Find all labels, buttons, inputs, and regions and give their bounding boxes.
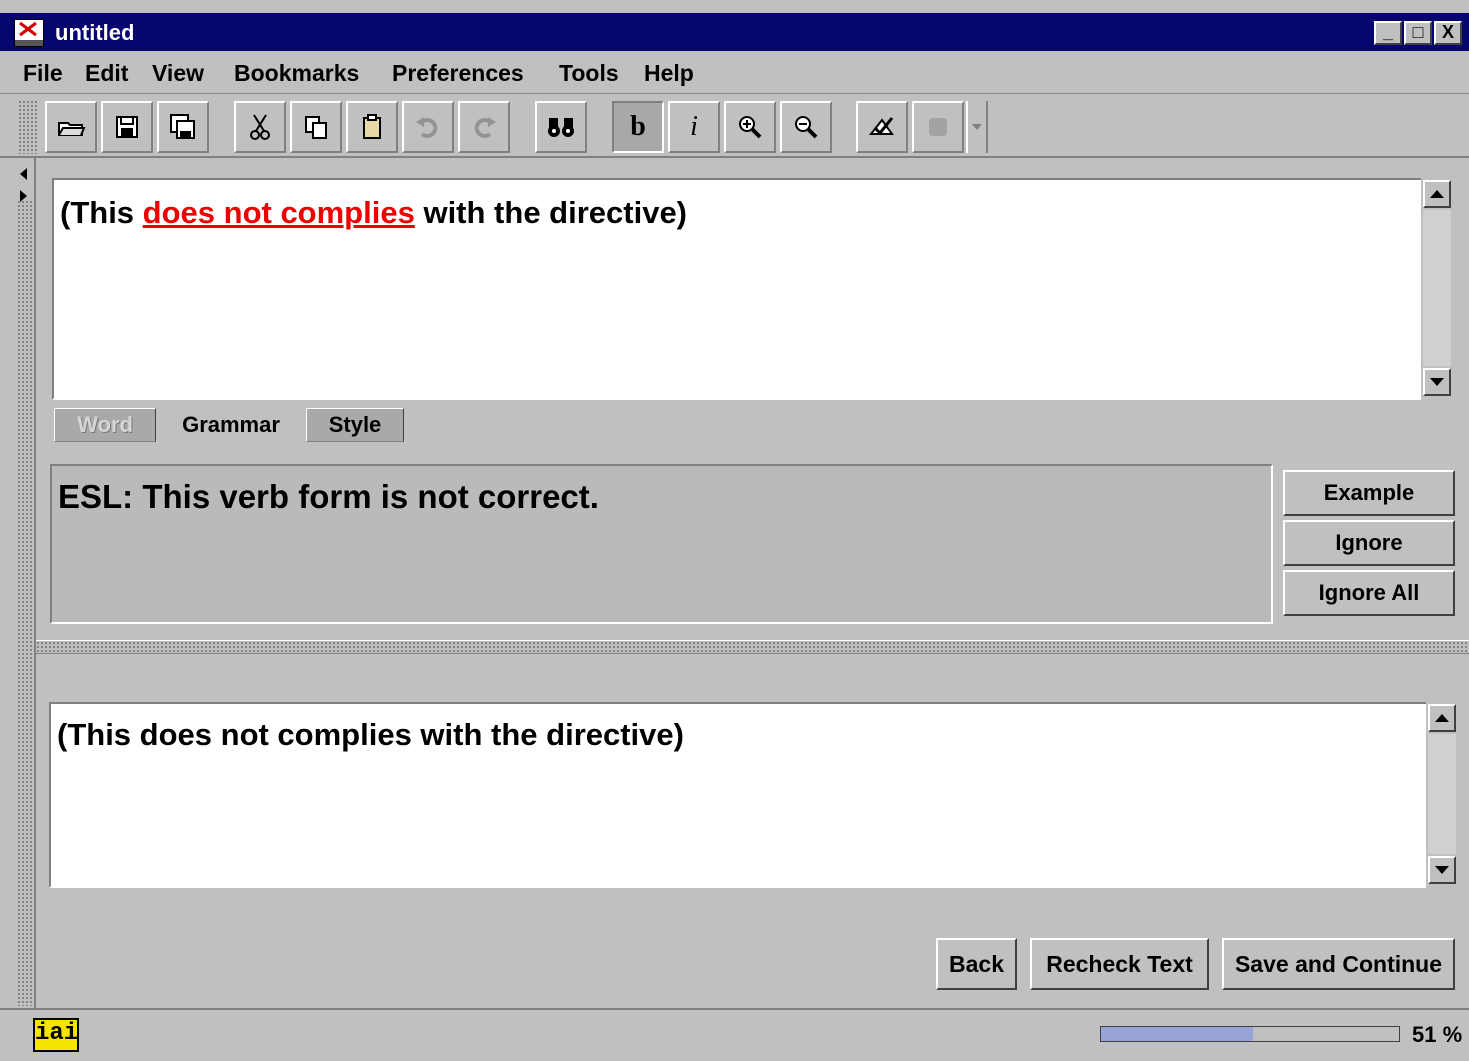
window-title: untitled xyxy=(55,20,135,45)
menu-tools[interactable]: Tools xyxy=(559,60,619,87)
cut-icon[interactable] xyxy=(234,101,286,153)
grammar-message: ESL: This verb form is not correct. xyxy=(58,478,599,515)
find-icon[interactable] xyxy=(535,101,587,153)
ignore-all-button[interactable]: Ignore All xyxy=(1283,570,1455,616)
horizontal-splitter[interactable] xyxy=(36,640,1469,654)
italic-icon[interactable]: i xyxy=(668,101,720,153)
open-icon[interactable] xyxy=(45,101,97,153)
redo-icon[interactable] xyxy=(458,101,510,153)
scroll-track[interactable] xyxy=(1428,734,1456,854)
tab-grammar[interactable]: Grammar xyxy=(158,408,304,442)
content-border xyxy=(34,158,36,1008)
scroll-down-icon[interactable] xyxy=(1428,856,1456,884)
bottom-scrollbar[interactable] xyxy=(1426,702,1458,888)
scroll-up-icon[interactable] xyxy=(1428,704,1456,732)
stop-icon[interactable] xyxy=(912,101,964,153)
scroll-down-icon[interactable] xyxy=(1423,368,1451,396)
save-all-icon[interactable] xyxy=(157,101,209,153)
copy-icon[interactable] xyxy=(290,101,342,153)
menu-help[interactable]: Help xyxy=(644,60,694,87)
progress-fill xyxy=(1101,1027,1253,1041)
save-icon[interactable] xyxy=(101,101,153,153)
toolbar-grip[interactable] xyxy=(18,100,38,154)
menu-preferences[interactable]: Preferences xyxy=(392,60,524,87)
collapse-arrows-icon[interactable] xyxy=(17,166,29,206)
text-before-error: (This xyxy=(60,195,143,230)
app-icon xyxy=(14,19,44,47)
tab-word[interactable]: Word xyxy=(54,408,156,442)
error-highlight[interactable]: does not complies xyxy=(143,195,415,230)
zoom-out-icon[interactable] xyxy=(780,101,832,153)
progress-bar xyxy=(1100,1026,1400,1042)
title-bar xyxy=(0,13,1469,51)
bold-icon[interactable]: b xyxy=(612,101,664,153)
check-icon[interactable] xyxy=(856,101,908,153)
progress-label: 51 % xyxy=(1412,1022,1463,1047)
undo-icon[interactable] xyxy=(402,101,454,153)
suggestion-text: (This does not complies with the directi… xyxy=(57,717,684,752)
menu-edit[interactable]: Edit xyxy=(85,60,128,87)
recheck-text-button[interactable]: Recheck Text xyxy=(1030,938,1209,990)
scroll-track[interactable] xyxy=(1423,210,1451,366)
menu-file[interactable]: File xyxy=(23,60,63,87)
paste-icon[interactable] xyxy=(346,101,398,153)
zoom-in-icon[interactable] xyxy=(724,101,776,153)
example-button[interactable]: Example xyxy=(1283,470,1455,516)
back-button[interactable]: Back xyxy=(936,938,1017,990)
close-button[interactable]: X xyxy=(1434,21,1462,45)
menu-view[interactable]: View xyxy=(152,60,204,87)
tab-style[interactable]: Style xyxy=(306,408,404,442)
ignore-button[interactable]: Ignore xyxy=(1283,520,1455,566)
save-and-continue-button[interactable]: Save and Continue xyxy=(1222,938,1455,990)
menu-bar xyxy=(0,54,1469,94)
minimize-button[interactable]: _ xyxy=(1374,21,1402,45)
toolbar-dropdown-icon[interactable] xyxy=(966,101,988,153)
top-scrollbar[interactable] xyxy=(1421,178,1453,400)
iai-logo: iai xyxy=(33,1018,79,1052)
scroll-up-icon[interactable] xyxy=(1423,180,1451,208)
side-splitter[interactable] xyxy=(17,200,32,1006)
maximize-button[interactable]: □ xyxy=(1404,21,1432,45)
text-after-error: with the directive) xyxy=(414,195,688,230)
menu-bookmarks[interactable]: Bookmarks xyxy=(234,60,359,87)
document-text: (This does not complies with the directi… xyxy=(60,195,687,231)
